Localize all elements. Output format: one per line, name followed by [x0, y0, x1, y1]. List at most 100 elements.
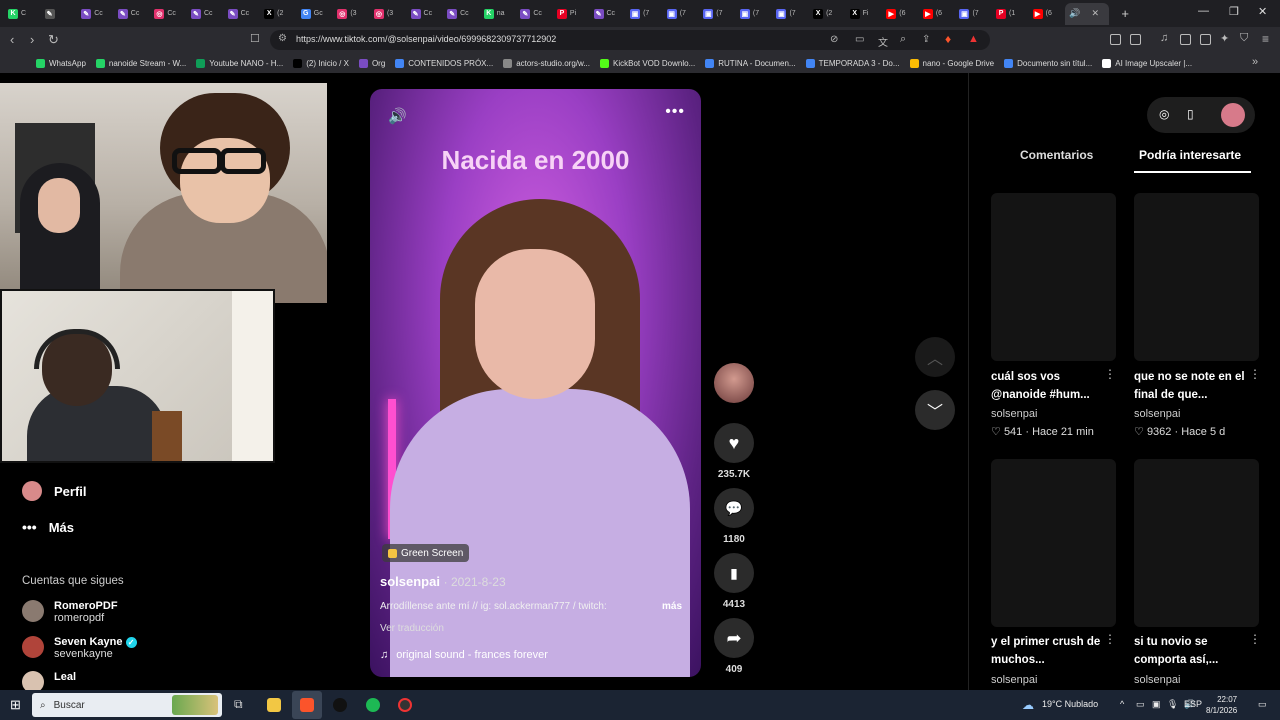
nav-more[interactable]: ••• Más [22, 519, 74, 535]
browser-tab[interactable]: ✎ Cc [407, 3, 444, 25]
bookmark-item[interactable]: (2) Inicio / X [293, 58, 349, 68]
reading-list-icon[interactable] [1180, 34, 1191, 45]
menu-icon[interactable]: ≡ [1262, 32, 1269, 46]
volume-icon[interactable]: 🔊 [388, 107, 407, 125]
following-item[interactable]: Leal [22, 671, 76, 690]
microphone-icon[interactable]: 🎙 [1167, 699, 1178, 710]
video-card-thumbnail[interactable] [991, 193, 1116, 361]
wallet-icon[interactable] [1200, 34, 1211, 45]
bookmark-item[interactable]: Org [358, 58, 385, 68]
effect-badge[interactable]: Green Screen [382, 544, 470, 562]
maximize-button[interactable]: ❐ [1229, 5, 1239, 18]
video-card-user[interactable]: solsenpai [991, 408, 1037, 420]
compass-icon[interactable]: ◎ [1159, 107, 1169, 121]
browser-tab[interactable]: Kna [480, 3, 517, 25]
browser-tab[interactable]: ✎ Cc [443, 3, 480, 25]
browser-tab[interactable]: ◎ (3 [333, 3, 370, 25]
tray-app-icon[interactable]: ▣ [1152, 699, 1161, 710]
browser-tab[interactable]: ▣ (7 [772, 3, 809, 25]
bookmark-page-icon[interactable]: ☐ [250, 32, 260, 45]
following-item[interactable]: RomeroPDF romeropdf [22, 600, 118, 624]
leo-icon[interactable]: ✦ [1220, 32, 1229, 45]
video-card-user[interactable]: solsenpai [1134, 408, 1180, 420]
following-item[interactable]: Seven Kayne ✓ sevenkayne [22, 636, 137, 660]
windows-start-icon[interactable]: ⊞ [10, 697, 21, 713]
previous-video-button[interactable]: ︿ [915, 337, 955, 377]
card-more-icon[interactable]: ⋮ [1249, 632, 1261, 646]
rewards-icon[interactable]: ▲ [968, 33, 979, 45]
card-more-icon[interactable]: ⋮ [1104, 367, 1116, 381]
browser-tab[interactable]: ▣ (7 [699, 3, 736, 25]
no-tracking-icon[interactable]: ⊘ [830, 34, 838, 45]
browser-tab-active[interactable]: 🔊 ✕ [1065, 2, 1110, 25]
reload-icon[interactable]: ↻ [48, 32, 59, 48]
video-card-title[interactable]: que no se note en el final de que... [1134, 368, 1249, 404]
video-card-user[interactable]: solsenpai [1134, 674, 1180, 686]
comment-button[interactable]: 💬 [714, 488, 754, 528]
user-avatar[interactable] [1221, 103, 1245, 127]
bookmark-item[interactable]: KickBot VOD Downlo... [600, 58, 695, 68]
minimize-button[interactable]: — [1198, 5, 1209, 17]
bookmark-item[interactable]: actors-studio.org/w... [503, 58, 590, 68]
video-card-title[interactable]: si tu novio se comporta así,... [1134, 633, 1249, 669]
task-view-icon[interactable]: ⧉ [234, 697, 243, 712]
browser-tab[interactable]: ▣ (7 [626, 3, 663, 25]
save-button[interactable]: ▮ [714, 553, 754, 593]
bookmark-item[interactable]: CONTENIDOS PRÓX... [395, 58, 493, 68]
video-card-thumbnail[interactable] [1134, 193, 1259, 361]
close-tab-icon[interactable]: ✕ [1091, 8, 1099, 19]
file-explorer-icon[interactable] [267, 698, 281, 712]
nav-profile[interactable]: Perfil [22, 481, 87, 501]
clock[interactable]: 22:07 8/1/2026 [1206, 694, 1237, 716]
video-author[interactable]: solsenpai · 2021-8-23 [380, 574, 506, 589]
see-translation-link[interactable]: Ver traducción [380, 623, 444, 634]
browser-tab[interactable]: ▣ (7 [955, 3, 992, 25]
share-icon[interactable]: ⇪ [922, 34, 930, 45]
card-more-icon[interactable]: ⋮ [1104, 632, 1116, 646]
video-card-title[interactable]: y el primer crush de muchos... [991, 633, 1106, 669]
bookmark-item[interactable]: AI Image Upscaler |... [1102, 58, 1192, 68]
cast-icon[interactable]: ▭ [855, 34, 864, 45]
bookmark-item[interactable]: RUTINA - Documen... [705, 58, 796, 68]
bookmark-item[interactable]: Youtube NANO - H... [196, 58, 283, 68]
bookmark-item[interactable]: WhatsApp [36, 58, 86, 68]
more-bookmarks-icon[interactable]: » [1252, 56, 1258, 68]
bookmark-item[interactable]: nano - Google Drive [909, 58, 994, 68]
next-video-button[interactable]: ﹀ [915, 390, 955, 430]
video-card-thumbnail[interactable] [1134, 459, 1259, 627]
capcut-icon[interactable] [333, 698, 347, 712]
share-button[interactable]: ➦ [714, 618, 754, 658]
like-button[interactable]: ♥ [714, 423, 754, 463]
tab-comments[interactable]: Comentarios [1020, 148, 1093, 162]
forward-icon[interactable]: › [30, 32, 34, 47]
video-sound[interactable]: ♫ original sound - frances forever [380, 649, 548, 661]
mobile-icon[interactable]: ▯ [1187, 107, 1194, 121]
browser-tab[interactable]: P (1 [992, 3, 1029, 25]
brave-browser-icon[interactable] [300, 698, 314, 712]
spotify-icon[interactable] [366, 698, 380, 712]
video-card-title[interactable]: cuál sos vos @nanoide #hum... [991, 368, 1106, 404]
tab-recommended[interactable]: Podría interesarte [1139, 148, 1241, 162]
browser-tab[interactable]: ◎ Cc [150, 3, 187, 25]
tray-chevron-icon[interactable]: ^ [1120, 699, 1124, 709]
more-options-icon[interactable]: ••• [665, 103, 685, 121]
video-card-thumbnail[interactable] [991, 459, 1116, 627]
translate-icon[interactable]: 文 [878, 34, 888, 49]
browser-tab[interactable]: ✎ Cc [590, 3, 627, 25]
brave-shields-icon[interactable]: ♦ [945, 32, 951, 46]
address-bar[interactable]: ⚙ https://www.tiktok.com/@solsenpai/vide… [270, 30, 990, 50]
browser-tab[interactable]: ▶ (6 [919, 3, 956, 25]
description-more-link[interactable]: más [662, 601, 682, 612]
network-icon[interactable]: ▭ [1136, 699, 1145, 710]
zoom-icon[interactable]: ⌕ [900, 33, 906, 46]
notification-icon[interactable]: ▭ [1258, 699, 1267, 710]
bookmark-item[interactable]: Documento sin títul... [1004, 58, 1092, 68]
vpn-icon[interactable]: ⛉ [1240, 32, 1248, 45]
browser-tab[interactable]: X Fi [846, 3, 883, 25]
browser-tab[interactable]: ✎ [41, 3, 78, 25]
browser-tab[interactable]: X (2 [809, 3, 846, 25]
browser-tab[interactable]: ✎ Cc [224, 3, 261, 25]
obs-icon[interactable] [398, 698, 412, 712]
browser-tab[interactable]: ✎ Cc [114, 3, 151, 25]
extensions-icon[interactable] [1110, 34, 1121, 45]
